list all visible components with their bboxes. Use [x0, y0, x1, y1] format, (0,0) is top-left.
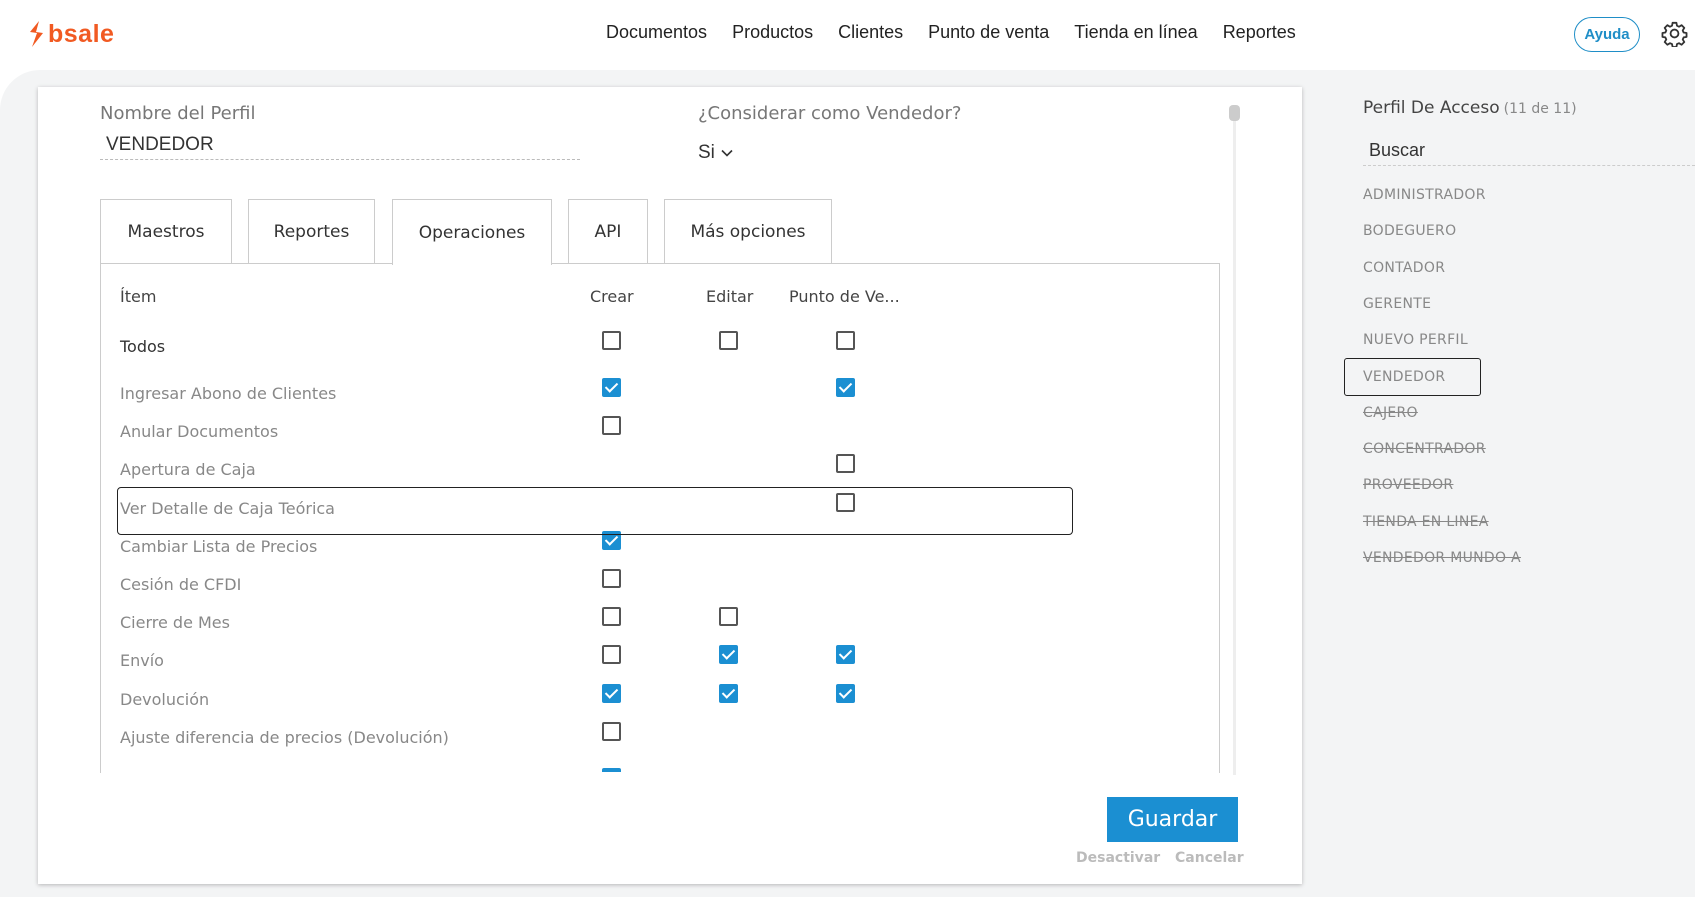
permission-editar-checkbox[interactable]	[719, 607, 738, 627]
sidebar-title-text: Perfil De Acceso	[1363, 98, 1500, 118]
tab-mas-opciones[interactable]: Más opciones	[664, 199, 832, 264]
permission-punto-checkbox[interactable]	[836, 454, 855, 474]
sidebar-title: Perfil De Acceso (11 de 11)	[1363, 98, 1577, 118]
permission-row-label: Ingresar Abono de Clientes	[120, 384, 337, 403]
gear-icon[interactable]	[1661, 20, 1688, 47]
nav-item-punto-de-venta[interactable]: Punto de venta	[928, 22, 1049, 43]
nav-item-reportes[interactable]: Reportes	[1223, 22, 1296, 43]
permission-row-label: Cierre de Mes	[120, 613, 230, 633]
tab-maestros[interactable]: Maestros	[100, 199, 232, 264]
profile-item-gerente[interactable]: GERENTE	[1363, 296, 1431, 312]
profile-item-tienda-en-linea[interactable]: TIENDA EN LINEA	[1363, 514, 1489, 530]
bsale-logo[interactable]: bsale	[26, 18, 114, 50]
permission-row-label: Ajuste diferencia de precios (Devolución…	[120, 727, 449, 747]
help-button[interactable]: Ayuda	[1574, 17, 1640, 52]
permission-row-label: Cambiar Lista de Precios	[120, 536, 318, 556]
seller-select-value: Si	[698, 142, 715, 163]
chevron-down-icon	[721, 149, 733, 157]
sidebar-count: (11 de 11)	[1503, 101, 1577, 117]
permission-editar-checkbox[interactable]	[719, 683, 738, 703]
permission-row-label: Cesión de CFDI	[120, 575, 242, 594]
tab-reportes[interactable]: Reportes	[248, 199, 375, 264]
permission-crear-checkbox[interactable]	[602, 645, 621, 665]
row-highlight	[117, 487, 1073, 535]
profile-item-contador[interactable]: CONTADOR	[1363, 260, 1445, 276]
sidebar-search-input[interactable]: Buscar	[1363, 140, 1695, 166]
nav-item-clientes[interactable]: Clientes	[838, 22, 903, 43]
permission-crear-checkbox[interactable]	[602, 607, 621, 627]
permission-crear-checkbox[interactable]	[602, 569, 621, 588]
top-bar: bsale Documentos Productos Clientes Punto d…	[0, 0, 1695, 70]
permission-row-label: Devolución	[120, 689, 210, 709]
logo-text: bsale	[48, 19, 115, 48]
seller-select[interactable]: Si	[698, 142, 733, 164]
permission-crear-checkbox[interactable]	[602, 768, 621, 772]
bsale-logo-icon	[30, 21, 43, 47]
scrollbar-thumb[interactable]	[1229, 105, 1240, 121]
cancel-link[interactable]: Cancelar	[1175, 850, 1244, 866]
save-button[interactable]: Guardar	[1107, 797, 1238, 842]
permission-editar-checkbox[interactable]	[719, 645, 738, 665]
profile-name-input[interactable]: VENDEDOR	[100, 134, 580, 160]
nav-item-productos[interactable]: Productos	[732, 22, 813, 43]
permission-crear-checkbox[interactable]	[602, 416, 621, 436]
tab-api[interactable]: API	[568, 199, 648, 264]
profile-item-bodeguero[interactable]: BODEGUERO	[1363, 223, 1456, 239]
deactivate-link[interactable]: Desactivar	[1076, 850, 1160, 866]
permission-punto-checkbox[interactable]	[836, 683, 855, 703]
profile-item-proveedor[interactable]: PROVEEDOR	[1363, 477, 1453, 493]
permission-crear-checkbox[interactable]	[602, 721, 621, 741]
permission-row-label: Envío	[120, 651, 164, 671]
permission-punto-checkbox[interactable]	[836, 378, 855, 397]
profile-item-concentrador[interactable]: CONCENTRADOR	[1363, 441, 1486, 457]
nav-item-tienda-en-línea[interactable]: Tienda en línea	[1074, 22, 1197, 43]
profile-item-cajero[interactable]: CAJERO	[1363, 405, 1418, 421]
profile-item-vendedor-mundo-a[interactable]: VENDEDOR MUNDO A	[1363, 550, 1521, 566]
selected-profile-highlight	[1344, 358, 1481, 396]
seller-label: ¿Considerar como Vendedor?	[698, 103, 962, 124]
profile-item-administrador[interactable]: ADMINISTRADOR	[1363, 187, 1486, 203]
profile-name-label: Nombre del Perfil	[100, 103, 256, 124]
tab-operaciones[interactable]: Operaciones	[392, 199, 552, 265]
permission-punto-checkbox[interactable]	[836, 645, 855, 665]
permission-crear-checkbox[interactable]	[602, 378, 621, 397]
profile-item-nuevo-perfil[interactable]: NUEVO PERFIL	[1363, 332, 1468, 348]
permission-row-label: Anular Documentos	[120, 422, 279, 442]
scrollbar-track[interactable]	[1233, 105, 1236, 775]
permission-row-label: Apertura de Caja	[120, 460, 256, 480]
permission-crear-checkbox[interactable]	[602, 683, 621, 703]
nav-item-documentos[interactable]: Documentos	[606, 22, 707, 43]
